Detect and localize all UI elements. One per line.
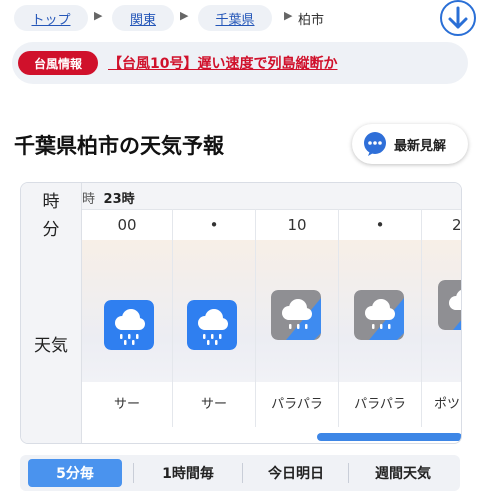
breadcrumb-kanto-link[interactable]: 関東 (112, 5, 174, 31)
rain-light-icon (438, 280, 461, 330)
minute-cell: • (209, 216, 219, 234)
tab-divider (348, 463, 349, 483)
rain-heavy-icon (187, 300, 237, 350)
column-divider (338, 209, 339, 427)
tab-5min[interactable]: 5分毎 (28, 459, 122, 487)
row-label-weather: 天気 (34, 336, 68, 356)
tab-divider (133, 463, 134, 483)
typhoon-news-link[interactable]: 【台風10号】遅い速度で列島縦断か (108, 53, 337, 73)
tab-weekly[interactable]: 週間天気 (352, 459, 454, 487)
column-divider (255, 209, 256, 427)
hour-label: 時 23時 (82, 188, 135, 207)
forecast-scroll-area[interactable]: 時 23時 00 • 10 • 2 サー サー パラパラ パラパラ ポツ (82, 183, 461, 443)
description-cell: パラパラ (354, 397, 406, 412)
hour-prefix: 時 (82, 192, 96, 207)
latest-outlook-label: 最新見解 (394, 139, 447, 154)
column-divider (421, 209, 422, 427)
forecast-table: 時 分 天気 時 23時 00 • 10 • 2 サー サー パラパラ パラパラ… (20, 182, 462, 444)
scrollbar-thumb[interactable] (317, 433, 461, 441)
breadcrumb-chiba-link[interactable]: 千葉県 (198, 5, 272, 31)
description-cell: ポツ (434, 397, 461, 412)
tab-divider (242, 463, 243, 483)
chevron-right-icon: ▶ (180, 9, 189, 22)
minute-cell: • (375, 216, 385, 234)
tab-hourly[interactable]: 1時間毎 (138, 459, 238, 487)
hour-row: 時 23時 (82, 183, 461, 209)
forecast-tab-bar: 5分毎 1時間毎 今日明日 週間天気 (20, 455, 460, 491)
latest-outlook-button[interactable]: 最新見解 (352, 124, 468, 164)
speech-bubble-icon (364, 132, 386, 156)
hour-value: 23時 (103, 192, 135, 207)
description-cell: サー (113, 397, 140, 412)
description-cell: パラパラ (271, 397, 323, 412)
arrow-down-icon (448, 6, 468, 29)
description-cell: サー (200, 397, 227, 412)
tab-today-tomorrow[interactable]: 今日明日 (246, 459, 346, 487)
breadcrumb: トップ ▶ 関東 ▶ 千葉県 ▶ 柏市 (0, 0, 480, 38)
rain-light-icon (354, 290, 404, 340)
minute-cell: 00 (117, 216, 137, 234)
chevron-right-icon: ▶ (284, 9, 293, 22)
row-label-minute: 分 (42, 220, 60, 240)
page-title: 千葉県柏市の天気予報 (14, 134, 224, 158)
column-divider (172, 209, 173, 427)
typhoon-banner[interactable]: 台風情報 【台風10号】遅い速度で列島縦断か (12, 42, 468, 84)
typhoon-badge: 台風情報 (18, 51, 98, 75)
row-label-column: 時 分 天気 (21, 183, 82, 443)
row-label-hour: 時 (42, 192, 60, 212)
minute-cell: 10 (287, 216, 307, 234)
rain-light-icon (271, 290, 321, 340)
chevron-right-icon: ▶ (94, 9, 103, 22)
weather-row (82, 240, 461, 382)
description-row: サー サー パラパラ パラパラ ポツ (82, 383, 461, 427)
minute-row: 00 • 10 • 2 (82, 209, 461, 241)
horizontal-scrollbar[interactable] (82, 431, 461, 441)
breadcrumb-top-link[interactable]: トップ (14, 5, 88, 31)
minute-cell: 2 (452, 216, 461, 234)
breadcrumb-current: 柏市 (298, 13, 325, 28)
scroll-down-button[interactable] (440, 0, 476, 36)
rain-heavy-icon (104, 300, 154, 350)
